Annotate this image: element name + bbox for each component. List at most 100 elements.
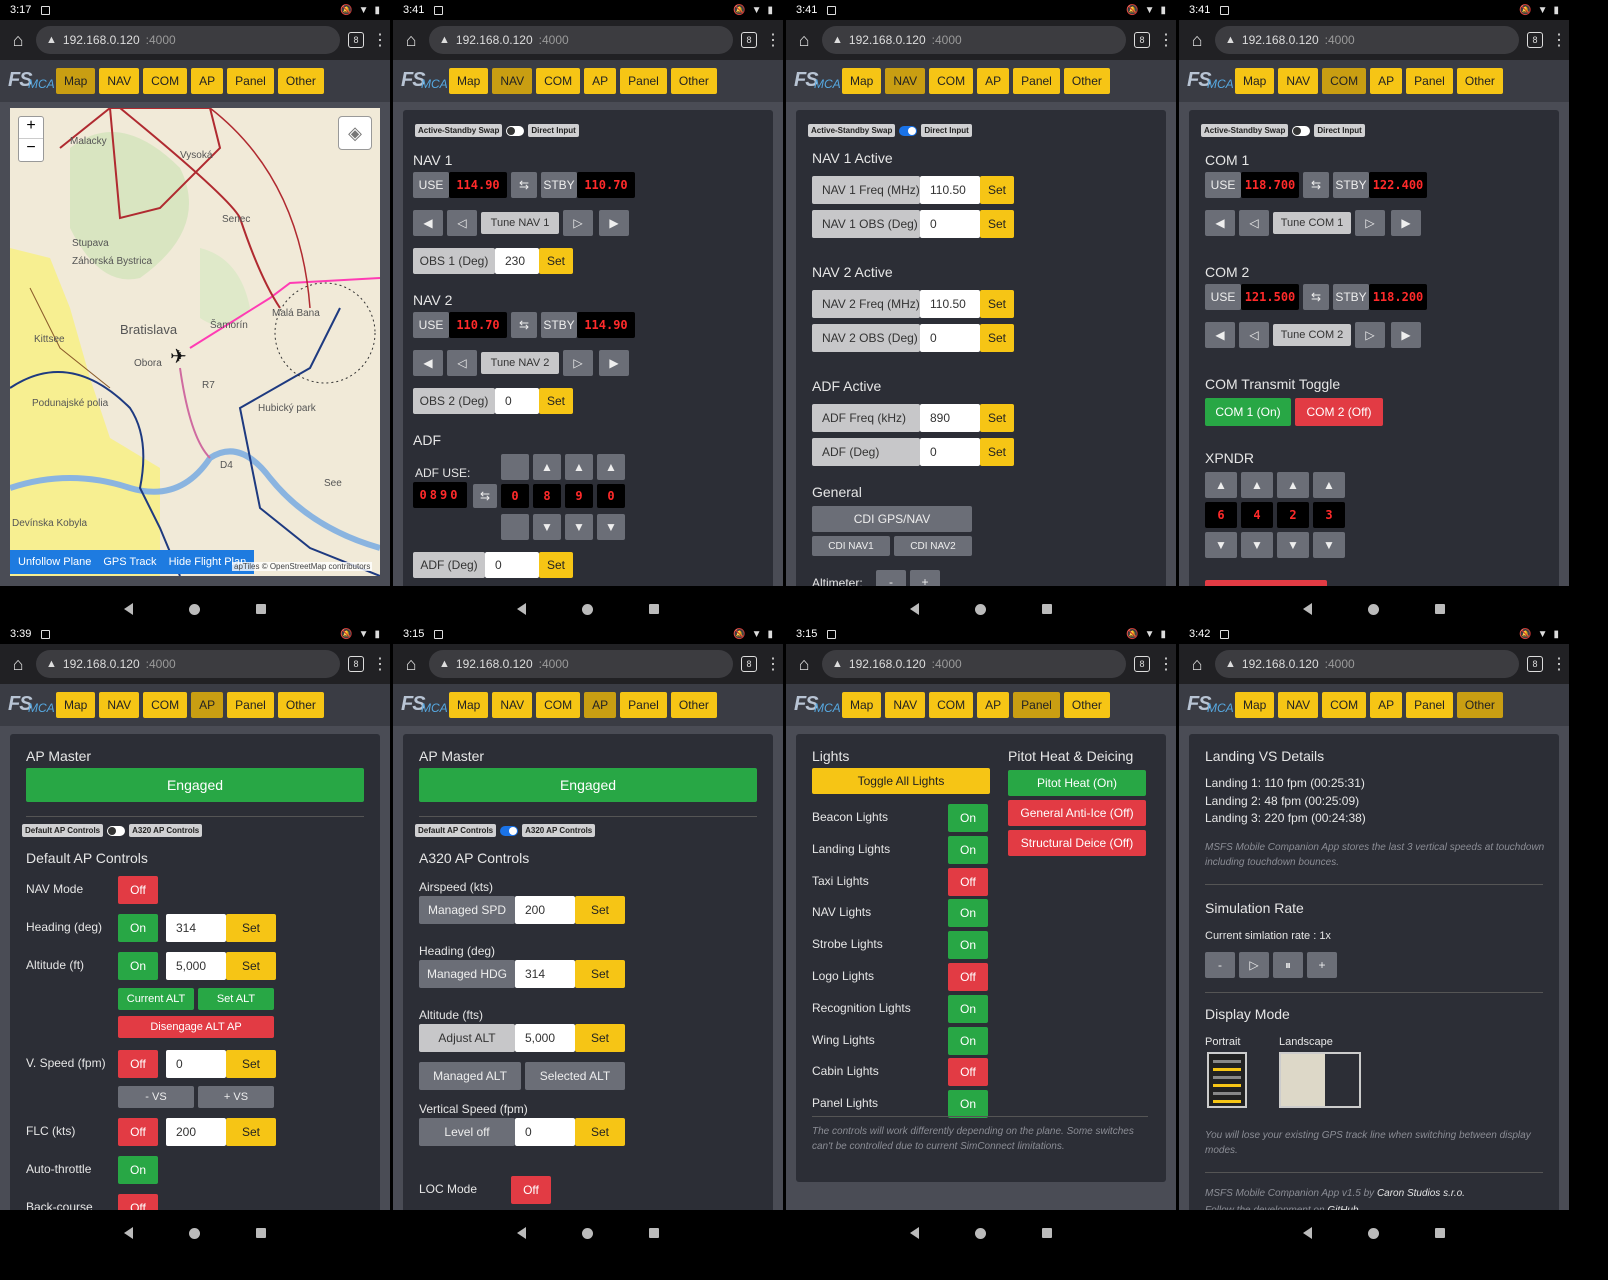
light-toggle-button[interactable]: On [948, 994, 988, 1023]
nav-tab-map[interactable]: Map [1235, 68, 1275, 94]
altitude-input[interactable]: 5,000 [515, 1024, 575, 1052]
nav-tab-ap[interactable]: AP [1370, 692, 1403, 718]
home-icon[interactable]: ⌂ [1187, 654, 1207, 675]
address-bar[interactable]: ▲ 192.168.0.120:4000 [36, 650, 340, 678]
back-icon[interactable] [1303, 603, 1312, 615]
toggle-switch[interactable] [506, 125, 525, 136]
overflow-menu-icon[interactable]: ⋮ [1158, 30, 1174, 50]
back-icon[interactable] [517, 1227, 526, 1239]
mode-toggle[interactable]: Default AP Controls A320 AP Controls [415, 824, 596, 837]
nav1-small-down-button[interactable]: ◁ [447, 210, 477, 236]
tab-count-icon[interactable]: 8 [741, 32, 757, 48]
nav-tab-other[interactable]: Other [1063, 68, 1110, 94]
adf-digit-down-button[interactable]: ▼ [597, 514, 625, 540]
nav-tab-nav[interactable]: NAV [99, 68, 140, 94]
heading-input[interactable]: 314 [515, 960, 575, 988]
heading-set-button[interactable]: Set [226, 914, 276, 942]
cdi-nav1-button[interactable]: CDI NAV1 [812, 536, 890, 556]
nav-tab-map[interactable]: Map [449, 692, 489, 718]
com1-big-up-button[interactable]: ▶ [1391, 210, 1421, 236]
nav-tab-ap[interactable]: AP [191, 692, 224, 718]
map-canvas[interactable]: ✈ [10, 108, 380, 576]
vspeed-set-button[interactable]: Set [575, 1118, 625, 1146]
adf-digit-down-button[interactable]: ▼ [533, 514, 561, 540]
nav-tab-other[interactable]: Other [670, 68, 717, 94]
recents-icon[interactable] [649, 1228, 659, 1238]
nav2-small-down-button[interactable]: ◁ [447, 350, 477, 376]
nav-tab-ap[interactable]: AP [584, 692, 617, 718]
nav-tab-panel[interactable]: Panel [1013, 68, 1060, 94]
altitude-set-button[interactable]: Set [575, 1024, 625, 1052]
home-icon[interactable]: ⌂ [1187, 30, 1207, 51]
address-bar[interactable]: ▲ 192.168.0.120:4000 [822, 26, 1126, 54]
light-toggle-button[interactable]: On [948, 1090, 988, 1119]
nav1-swap-button[interactable]: ⇆ [511, 172, 537, 198]
toggle-switch[interactable] [1292, 125, 1311, 136]
mode-toggle[interactable]: Default AP Controls A320 AP Controls [22, 824, 203, 837]
adf-deg-set-button[interactable]: Set [539, 552, 573, 578]
autothrottle-toggle-button[interactable]: On [118, 1156, 158, 1184]
obs2-input[interactable]: 0 [495, 388, 539, 414]
vspeed-toggle-button[interactable]: Off [118, 1050, 158, 1078]
com2-tune-button[interactable]: Tune COM 2 [1273, 324, 1351, 346]
toggle-switch[interactable] [500, 825, 519, 836]
adf-digit-up-button[interactable]: ▲ [533, 454, 561, 480]
nav2-swap-button[interactable]: ⇆ [511, 312, 537, 338]
recents-icon[interactable] [1435, 1228, 1445, 1238]
recents-icon[interactable] [1435, 604, 1445, 614]
nav-tab-map[interactable]: Map [1235, 692, 1275, 718]
recents-icon[interactable] [256, 1228, 266, 1238]
level-off-button[interactable]: Level off [419, 1118, 515, 1146]
nav-tab-map[interactable]: Map [449, 68, 489, 94]
address-bar[interactable]: ▲ 192.168.0.120:4000 [1215, 650, 1519, 678]
backcourse-toggle-button[interactable]: Off [118, 1194, 158, 1210]
current-alt-button[interactable]: Current ALT [118, 988, 194, 1010]
adf-freq-set-button[interactable]: Set [980, 404, 1014, 432]
heading-toggle-button[interactable]: On [118, 914, 158, 942]
sim-rate-button[interactable]: ⏸ [1273, 952, 1303, 978]
home-circle-icon[interactable] [189, 603, 200, 615]
portrait-thumbnail[interactable] [1207, 1052, 1247, 1108]
xpndr-digit-up-button[interactable]: ▲ [1241, 472, 1273, 498]
nav-tab-com[interactable]: COM [1322, 68, 1367, 94]
home-icon[interactable]: ⌂ [794, 654, 814, 675]
recents-icon[interactable] [649, 604, 659, 614]
overflow-menu-icon[interactable]: ⋮ [1158, 654, 1174, 674]
nav-tab-nav[interactable]: NAV [1278, 692, 1319, 718]
nav2-obs-set-button[interactable]: Set [980, 324, 1014, 352]
altimeter-minus-button[interactable]: - [876, 570, 906, 586]
managed-alt-button[interactable]: Managed ALT [419, 1062, 521, 1090]
overflow-menu-icon[interactable]: ⋮ [765, 30, 781, 50]
pitot-heat-button[interactable]: Pitot Heat (On) [1008, 770, 1146, 796]
address-bar[interactable]: ▲ 192.168.0.120:4000 [36, 26, 340, 54]
nav1-big-down-button[interactable]: ◀ [413, 210, 443, 236]
home-circle-icon[interactable] [582, 603, 593, 615]
nav-tab-ap[interactable]: AP [977, 692, 1010, 718]
nav1-freq-set-button[interactable]: Set [980, 176, 1014, 204]
zoom-in-button[interactable]: + [19, 117, 43, 139]
xpndr-digit-down-button[interactable]: ▼ [1205, 532, 1237, 558]
xpndr-digit-down-button[interactable]: ▼ [1241, 532, 1273, 558]
toggle-switch[interactable] [899, 125, 918, 136]
nav-tab-nav[interactable]: NAV [99, 692, 140, 718]
com2-small-down-button[interactable]: ◁ [1239, 322, 1269, 348]
xpndr-digit-up-button[interactable]: ▲ [1205, 472, 1237, 498]
light-toggle-button[interactable]: On [948, 931, 988, 960]
nav-tab-other[interactable]: Other [1456, 692, 1503, 718]
nav-tab-panel[interactable]: Panel [1406, 692, 1453, 718]
home-circle-icon[interactable] [582, 1227, 593, 1239]
landscape-thumbnail[interactable] [1279, 1052, 1361, 1108]
vspeed-set-button[interactable]: Set [226, 1050, 276, 1078]
nav-tab-map[interactable]: Map [842, 692, 882, 718]
nav-tab-panel[interactable]: Panel [1406, 68, 1453, 94]
adf-freq-input[interactable]: 890 [920, 404, 980, 432]
adf-digit-up-button[interactable]: ▲ [597, 454, 625, 480]
nav-tab-com[interactable]: COM [1322, 692, 1367, 718]
nav2-big-down-button[interactable]: ◀ [413, 350, 443, 376]
nav1-obs-set-button[interactable]: Set [980, 210, 1014, 238]
nav-tab-com[interactable]: COM [929, 68, 974, 94]
nav2-big-up-button[interactable]: ▶ [599, 350, 629, 376]
nav2-tune-button[interactable]: Tune NAV 2 [481, 352, 559, 374]
xpndr-ident-button[interactable] [1205, 580, 1327, 586]
map-view[interactable]: ✈ Malacky Vysoká Stupava Záhorská Bystrica S… [10, 108, 380, 576]
